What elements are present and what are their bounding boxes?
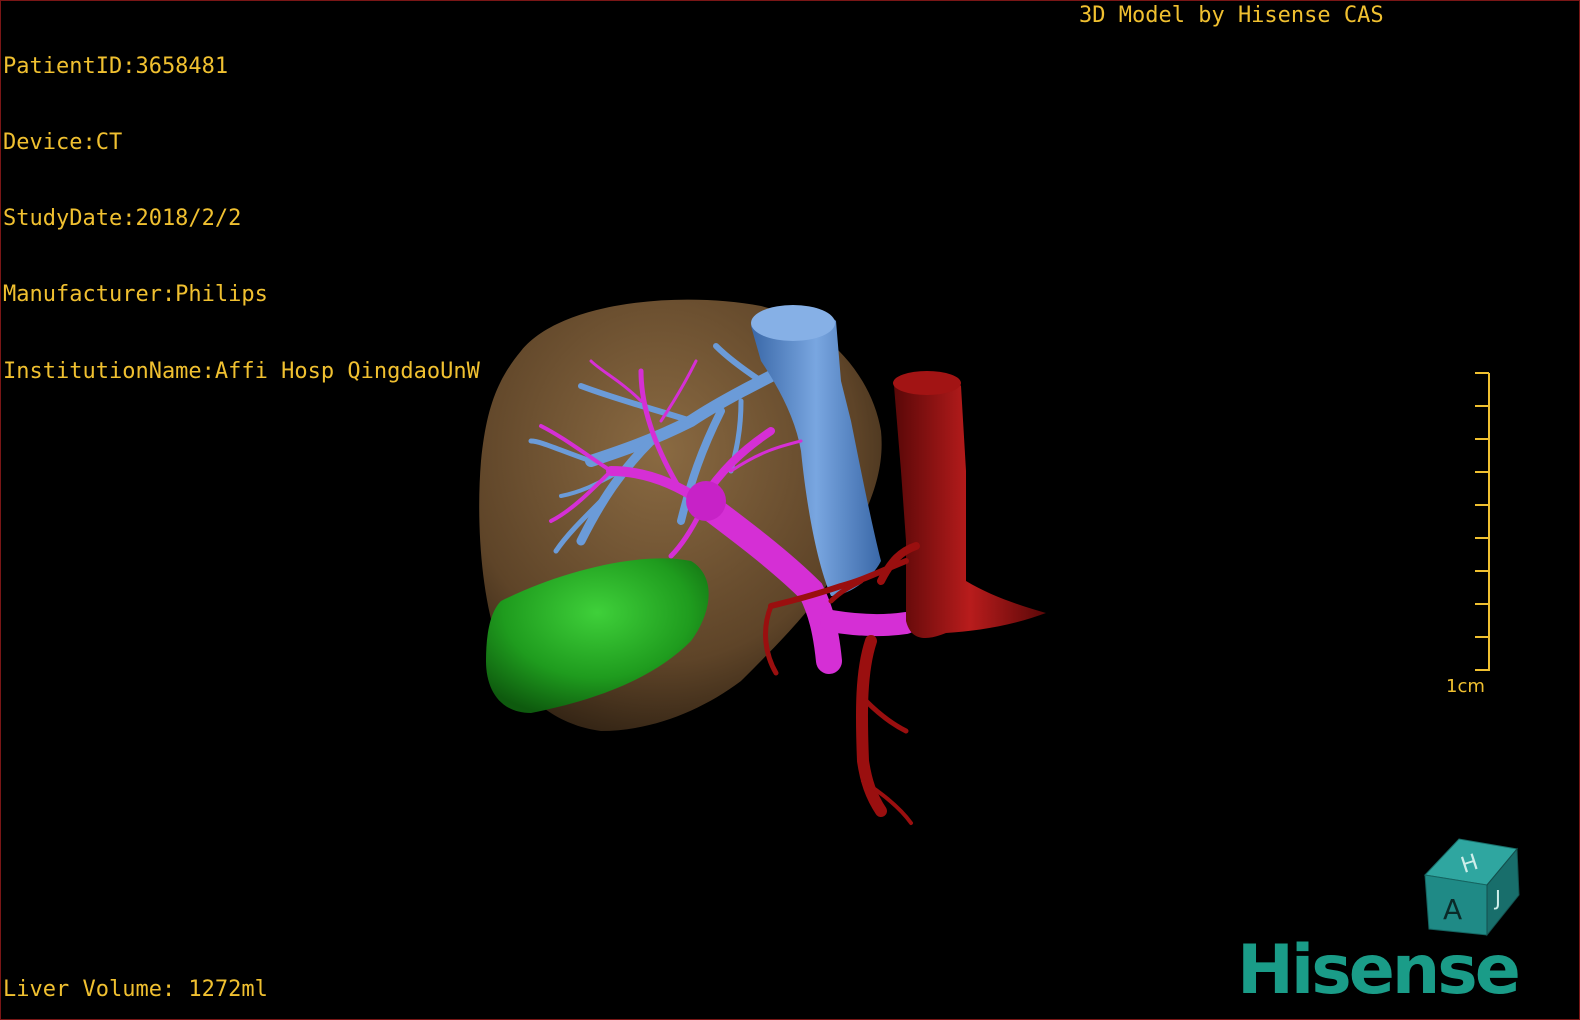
aorta-model (894, 374, 1046, 638)
3d-viewport[interactable]: PatientID:3658481 Device:CT StudyDate:20… (0, 0, 1580, 1020)
liver-volume-text: Liver Volume: 1272ml (3, 977, 268, 1002)
manufacturer-text: Manufacturer:Philips (3, 282, 268, 308)
patient-info-overlay: PatientID:3658481 Device:CT StudyDate:20… (3, 3, 480, 435)
study-date-text: StudyDate:2018/2/2 (3, 206, 242, 232)
vendor-title: 3D Model by Hisense CAS (1079, 3, 1384, 28)
scale-label: 1cm (1446, 676, 1485, 697)
institution-text: InstitutionName:Affi Hosp QingdaoUnW (3, 358, 480, 384)
ivc-top-opening (751, 305, 835, 341)
cube-front-letter: A (1443, 893, 1462, 926)
portal-vein-confluence (686, 481, 726, 521)
scale-bar (1475, 372, 1490, 671)
aorta-top-opening (893, 371, 961, 395)
device-text: Device:CT (3, 130, 123, 156)
cube-side-letter: J (1493, 886, 1501, 910)
patient-id-text: PatientID:3658481 (3, 53, 229, 79)
hisense-logo: Hisense (1237, 931, 1521, 1010)
orientation-cube-icon[interactable]: H A J (1419, 835, 1529, 939)
